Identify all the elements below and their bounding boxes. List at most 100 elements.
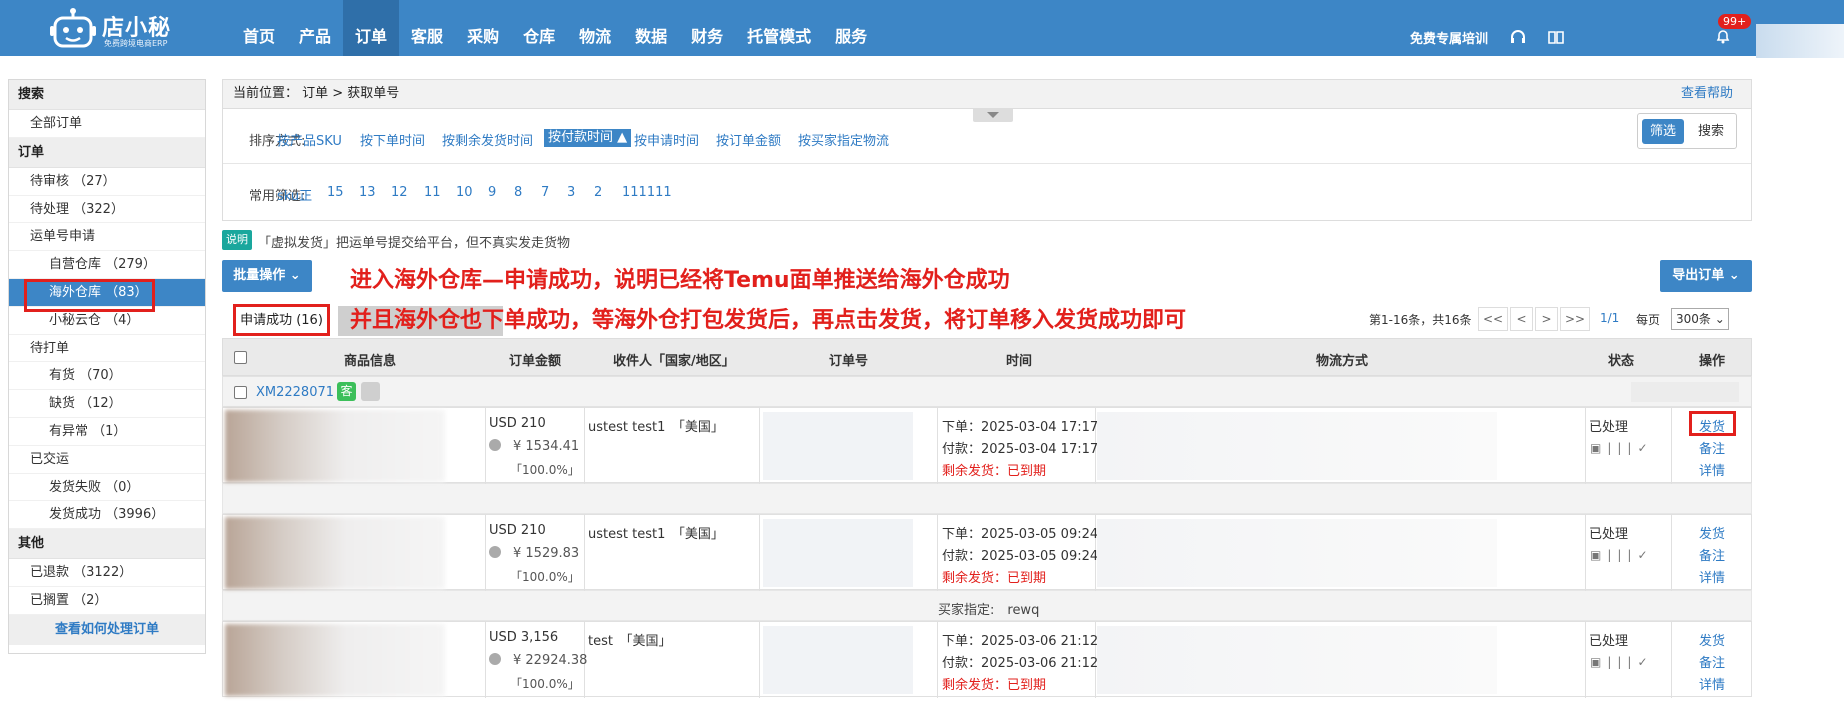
nav-item-9[interactable]: 托管模式 [735,0,823,56]
export-orders-button[interactable]: 导出订单 ⌄ [1660,260,1752,292]
table-row: USD 210 ¥ 1534.41 「100.0%」 ustest test1 「美国… [222,407,1752,484]
remaining-ship-time: 剩余发货：已到期 [942,464,1047,479]
barcode-icon[interactable]: ||| [1607,441,1637,455]
quick-filter-0[interactable]: sku正 [277,185,312,204]
pager-last-button[interactable]: >> [1560,307,1590,331]
sort-option-1[interactable]: 按下单时间 [360,130,425,149]
check-icon[interactable]: ✓ [1637,655,1653,669]
how-to-process-link[interactable]: 查看如何处理订单 [9,614,205,645]
sidebar-item-8[interactable]: 缺货 （12） [9,390,205,418]
check-icon[interactable]: ✓ [1637,441,1653,455]
sort-option-0[interactable]: 按产品SKU [277,130,342,149]
quick-filter-9[interactable]: 3 [567,185,575,200]
op-remark-link[interactable]: 备注 [1699,545,1725,564]
filter-button[interactable]: 筛选 [1642,119,1684,144]
sidebar-other-item-1[interactable]: 已搁置 （2） [9,587,205,615]
nav-item-2[interactable]: 订单 [343,0,400,56]
per-page-select[interactable]: 300条 ⌄ [1671,308,1729,330]
quick-filter-1[interactable]: 15 [327,185,344,200]
nav-item-6[interactable]: 物流 [567,0,623,56]
quick-filter-5[interactable]: 10 [456,185,473,200]
amount-cny: ¥ 1529.83 [513,546,580,561]
sidebar-item-2[interactable]: 运单号申请 [9,223,205,252]
copy-icon[interactable]: ▣ [1590,548,1607,562]
nav-item-7[interactable]: 数据 [623,0,679,56]
help-link[interactable]: 查看帮助 [1681,80,1733,108]
quick-filter-4[interactable]: 11 [424,185,441,200]
search-button[interactable]: 搜索 [1688,119,1734,144]
sidebar-item-11[interactable]: 发货失败 （0） [9,474,205,502]
bulk-action-button[interactable]: 批量操作 ⌄ [222,260,312,292]
tab-apply-success[interactable]: 申请成功 (16) [233,304,330,336]
op-detail-link[interactable]: 详情 [1699,460,1725,479]
barcode-icon[interactable]: ||| [1607,655,1637,669]
sidebar-item-12[interactable]: 发货成功 （3996） [9,501,205,530]
top-right-tools: 免费专属培训 [1410,0,1564,56]
select-all-checkbox[interactable] [234,351,247,364]
sidebar-other-item-0[interactable]: 已退款 （3122） [9,559,205,587]
user-avatar[interactable] [1756,24,1844,58]
nav-item-5[interactable]: 仓库 [511,0,567,56]
sort-option-6[interactable]: 按买家指定物流 [798,130,889,149]
sidebar-item-7[interactable]: 有货 （70） [9,362,205,391]
group-checkbox[interactable] [234,386,247,399]
op-remark-link[interactable]: 备注 [1699,652,1725,671]
quick-filter-6[interactable]: 9 [488,185,496,200]
free-training-link[interactable]: 免费专属培训 [1410,28,1488,47]
pager-prev-button[interactable]: < [1510,307,1533,331]
check-icon[interactable]: ✓ [1637,548,1653,562]
quick-filter-10[interactable]: 2 [594,185,602,200]
sidebar-item-10[interactable]: 已交运 [9,446,205,474]
nav-item-10[interactable]: 服务 [823,0,879,56]
copy-icon[interactable]: ▣ [1590,441,1607,455]
quick-filter-3[interactable]: 12 [391,185,408,200]
sort-option-5[interactable]: 按订单金额 [716,130,781,149]
logo[interactable]: 店小秘 免费跨境电商ERP [50,6,180,50]
nav-item-1[interactable]: 产品 [287,0,343,56]
quick-filter-7[interactable]: 8 [514,185,522,200]
sort-row: 排序方式: 按产品SKU 按下单时间 按剩余发货时间 按付款时间 ▲ 按申请时间 按订单金… [223,109,1751,164]
order-number[interactable] [763,626,913,694]
op-ship-link[interactable]: 发货 [1699,630,1725,649]
op-ship-link[interactable]: 发货 [1699,523,1725,542]
copy-icon[interactable]: ▣ [1590,655,1607,669]
highlight-box-overseas-warehouse [24,279,155,312]
op-detail-link[interactable]: 详情 [1699,567,1725,586]
headset-icon[interactable] [1510,29,1526,45]
book-icon[interactable] [1548,29,1564,45]
th-status: 状态 [1608,354,1635,369]
sidebar-item-9[interactable]: 有异常 （1） [9,418,205,446]
sort-option-2[interactable]: 按剩余发货时间 [442,130,533,149]
bell-icon[interactable] [1715,28,1731,44]
sidebar-item-1[interactable]: 待处理 （322） [9,196,205,224]
product-image[interactable] [225,517,445,589]
nav-item-0[interactable]: 首页 [231,0,287,56]
product-image[interactable] [225,624,445,696]
barcode-icon[interactable]: ||| [1607,548,1637,562]
op-detail-link[interactable]: 详情 [1699,674,1725,693]
product-image[interactable] [225,410,445,482]
op-remark-link[interactable]: 备注 [1699,438,1725,457]
nav-item-8[interactable]: 财务 [679,0,735,56]
sidebar-head-other: 其他 [9,529,205,560]
pager-next-button[interactable]: > [1535,307,1558,331]
order-number[interactable] [763,519,913,587]
nav-item-4[interactable]: 采购 [455,0,511,56]
quick-filter-8[interactable]: 7 [541,185,549,200]
logistics-info [1097,519,1497,587]
nav-item-3[interactable]: 客服 [399,0,455,56]
group-order-number[interactable]: XM2228071 [256,385,334,400]
collapse-toggle-icon[interactable] [973,109,1013,122]
sort-option-3[interactable]: 按付款时间 ▲ [544,129,632,147]
pager-first-button[interactable]: << [1478,307,1508,331]
sort-option-4[interactable]: 按申请时间 [634,130,699,149]
recipient: ustest test1 「美国」 [588,527,724,542]
sidebar-item-3[interactable]: 自营仓库 （279） [9,251,205,279]
logistics-info [1097,626,1497,694]
sidebar-item-all-orders[interactable]: 全部订单 [9,110,205,138]
sidebar-item-6[interactable]: 待打单 [9,335,205,363]
sidebar-item-0[interactable]: 待审核 （27） [9,168,205,196]
quick-filter-2[interactable]: 13 [359,185,376,200]
order-number[interactable] [763,412,913,480]
quick-filter-11[interactable]: 111111 [622,185,672,200]
